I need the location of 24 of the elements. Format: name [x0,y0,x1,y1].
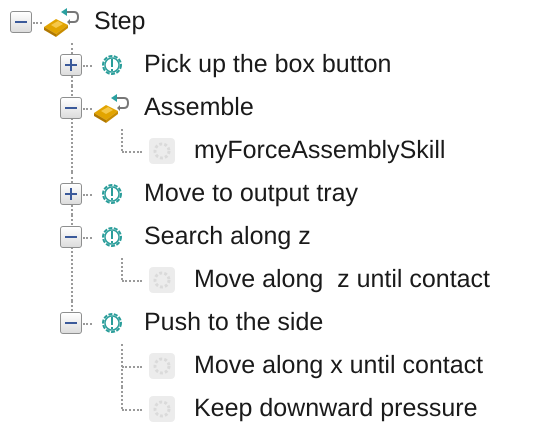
tree-item-label[interactable]: myForceAssemblySkill [194,138,446,163]
collapse-button[interactable] [60,226,82,248]
tree-item-label[interactable]: Pick up the box button [144,52,392,77]
tree-item-label[interactable]: Keep downward pressure [194,396,478,421]
block-with-loop-arrow-icon [92,92,132,122]
collapse-button[interactable] [10,10,32,32]
tree-item-label[interactable]: Assemble [144,95,254,120]
gear-icon [147,264,177,294]
expand-button[interactable] [60,182,82,204]
tree-item-label[interactable]: Search along z [144,224,311,249]
plus-icon [65,188,77,200]
gear-icon [147,350,177,380]
tree-item-label[interactable]: Move along x until contact [194,353,484,378]
tree-item-label[interactable]: Push to the side [144,310,324,335]
gear-icon [147,394,177,424]
block-with-loop-arrow-icon [42,6,82,36]
collapse-button[interactable] [60,312,82,334]
expand-button[interactable] [60,54,82,76]
tree-item-label[interactable]: Move along z until contact [194,267,490,292]
collapse-button[interactable] [60,96,82,118]
tree-item-label[interactable]: Move to output tray [144,181,358,206]
plus-icon [65,58,77,70]
gear-icon [147,136,177,166]
tree-item-label[interactable]: Step [94,9,146,34]
